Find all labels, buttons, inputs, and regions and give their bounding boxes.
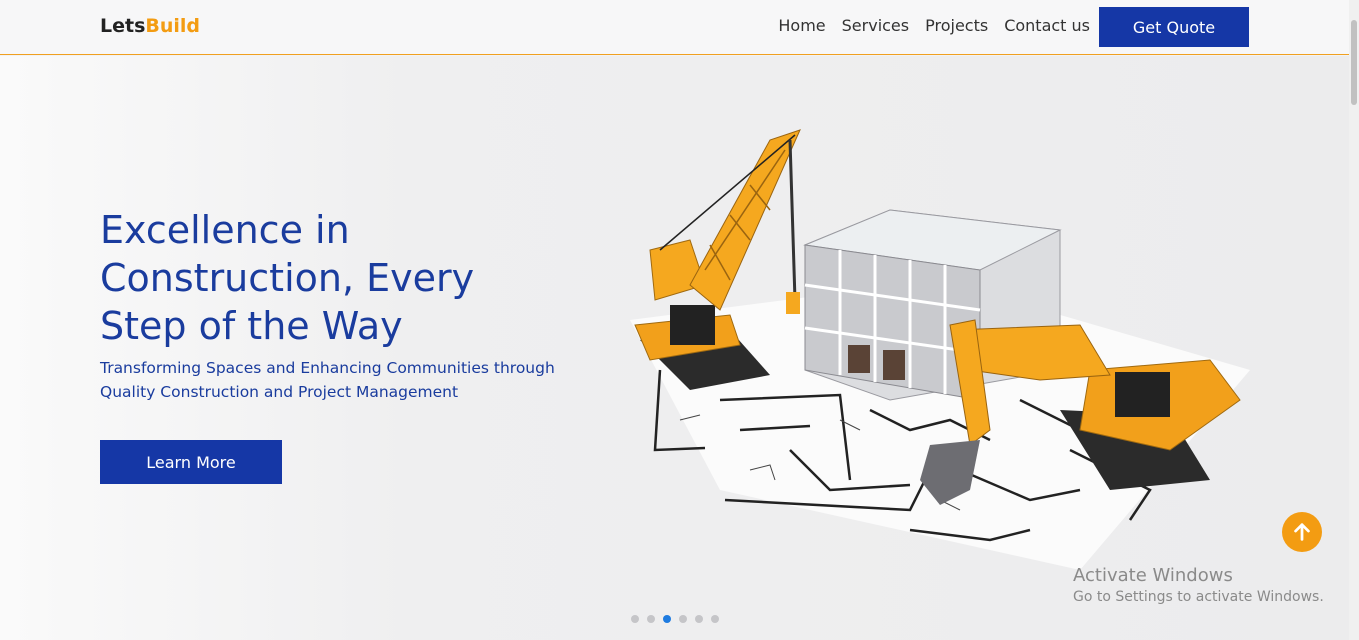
nav-services[interactable]: Services [842, 16, 909, 35]
nav-contact[interactable]: Contact us [1004, 16, 1090, 35]
nav-home[interactable]: Home [778, 16, 825, 35]
carousel-dot[interactable] [711, 615, 719, 623]
page-scrollbar[interactable] [1349, 0, 1359, 640]
logo-text-build: Build [145, 15, 201, 37]
construction-illustration [630, 129, 1250, 570]
logo[interactable]: LetsBuild [100, 15, 200, 37]
back-to-top-button[interactable] [1282, 512, 1322, 552]
hero-title: Excellence in Construction, Every Step o… [100, 208, 475, 348]
arrow-up-icon [1294, 523, 1310, 541]
activate-windows-watermark: Activate Windows Go to Settings to activ… [1073, 565, 1324, 605]
scrollbar-thumb[interactable] [1351, 20, 1357, 105]
carousel-dot-active[interactable] [663, 615, 671, 623]
get-quote-button[interactable]: Get Quote [1099, 7, 1249, 47]
site-header: LetsBuild Home Services Projects Contact… [0, 0, 1349, 55]
activate-windows-hint: Go to Settings to activate Windows. [1073, 589, 1324, 605]
carousel-dot[interactable] [679, 615, 687, 623]
learn-more-button[interactable]: Learn More [100, 440, 282, 484]
hero-subtitle: Transforming Spaces and Enhancing Commun… [100, 359, 555, 401]
carousel-indicators [631, 615, 719, 623]
carousel-dot[interactable] [647, 615, 655, 623]
carousel-dot[interactable] [631, 615, 639, 623]
activate-windows-title: Activate Windows [1073, 565, 1233, 586]
carousel-dot[interactable] [695, 615, 703, 623]
main-nav: Home Services Projects Contact us [778, 16, 1090, 35]
nav-projects[interactable]: Projects [925, 16, 988, 35]
logo-text-lets: Lets [100, 15, 146, 37]
